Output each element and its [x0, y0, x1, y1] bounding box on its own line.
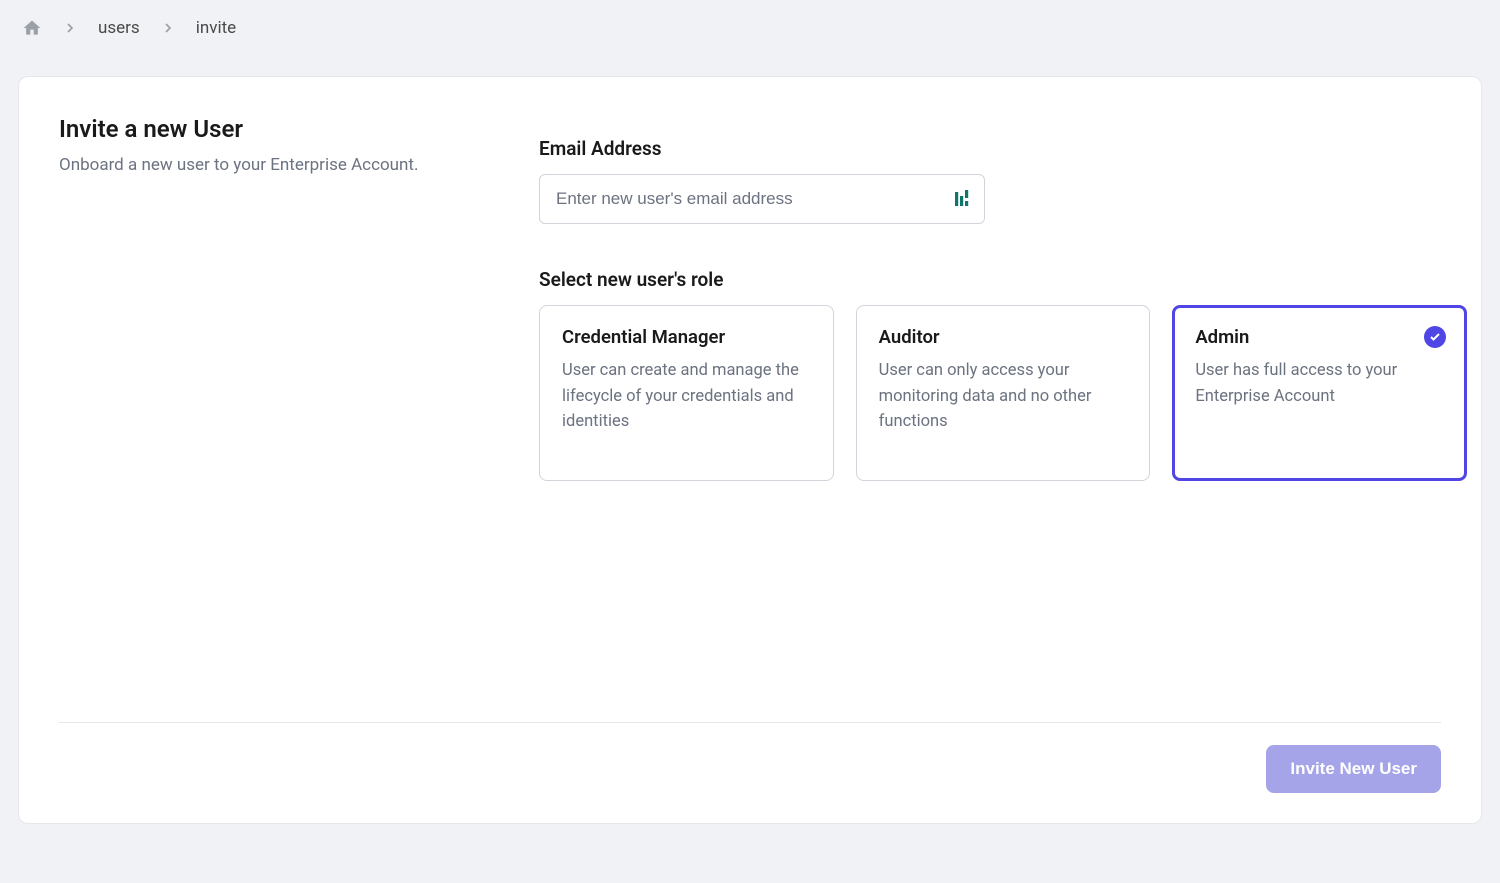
breadcrumb-item-users[interactable]: users	[98, 18, 140, 38]
invite-new-user-button[interactable]: Invite New User	[1266, 745, 1441, 793]
breadcrumb-item-invite[interactable]: invite	[196, 18, 236, 38]
roles-grid: Credential Manager User can create and m…	[539, 305, 1467, 481]
breadcrumb: users invite	[0, 0, 1500, 56]
password-manager-icon[interactable]	[955, 190, 971, 208]
email-input[interactable]	[539, 174, 985, 224]
role-description: User has full access to your Enterprise …	[1195, 358, 1444, 409]
role-card-admin[interactable]: Admin User has full access to your Enter…	[1172, 305, 1467, 481]
check-circle-icon	[1424, 326, 1446, 348]
role-label: Select new user's role	[539, 268, 1467, 291]
role-card-auditor[interactable]: Auditor User can only access your monito…	[856, 305, 1151, 481]
email-label: Email Address	[539, 137, 1467, 160]
role-title: Auditor	[879, 326, 1128, 348]
role-description: User can only access your monitoring dat…	[879, 358, 1128, 435]
page-subtitle: Onboard a new user to your Enterprise Ac…	[59, 153, 479, 179]
chevron-right-icon	[62, 20, 78, 36]
card-footer: Invite New User	[59, 722, 1441, 793]
chevron-right-icon	[160, 20, 176, 36]
role-card-credential-manager[interactable]: Credential Manager User can create and m…	[539, 305, 834, 481]
role-title: Credential Manager	[562, 326, 811, 348]
role-title: Admin	[1195, 326, 1444, 348]
role-description: User can create and manage the lifecycle…	[562, 358, 811, 435]
main-card: Invite a new User Onboard a new user to …	[18, 76, 1482, 824]
home-icon[interactable]	[22, 18, 42, 38]
page-title: Invite a new User	[59, 115, 479, 143]
